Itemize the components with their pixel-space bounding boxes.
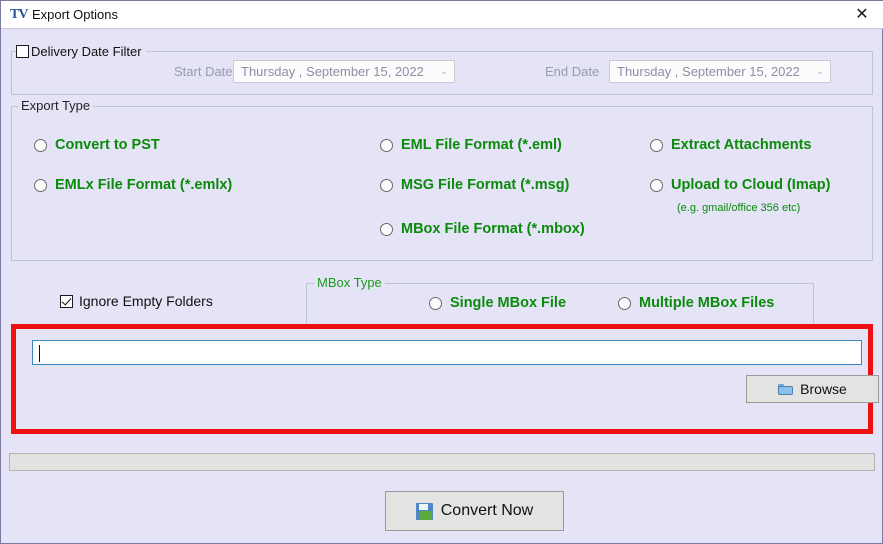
destination-path-input[interactable] — [32, 340, 862, 365]
radio-label: Upload to Cloud (Imap) — [671, 177, 830, 193]
radio-multiple-mbox-files[interactable]: Multiple MBox Files — [618, 295, 774, 311]
convert-now-button[interactable]: Convert Now — [385, 491, 564, 531]
mbox-type-group: MBox Type Single MBox File Multiple MBox… — [306, 283, 814, 325]
app-logo-icon: TV — [10, 6, 28, 23]
radio-label: EML File Format (*.eml) — [401, 137, 562, 153]
radio-label: MSG File Format (*.msg) — [401, 177, 569, 193]
ignore-empty-folders-checkbox[interactable] — [60, 295, 73, 308]
start-date-picker[interactable]: Thursday , September 15, 2022 ⌄ — [233, 60, 455, 83]
radio-msg-file-format[interactable]: MSG File Format (*.msg) — [380, 177, 569, 193]
folder-open-icon — [778, 383, 793, 395]
radio-label: Convert to PST — [55, 137, 160, 153]
close-icon[interactable]: ✕ — [840, 1, 883, 28]
window-title: Export Options — [32, 6, 118, 23]
end-date-label: End Date — [545, 64, 599, 79]
browse-button-label: Browse — [800, 381, 847, 397]
radio-single-mbox-file[interactable]: Single MBox File — [429, 295, 566, 311]
cloud-hint-text: (e.g. gmail/office 356 etc) — [677, 202, 800, 214]
destination-path-highlight-area: Browse — [11, 324, 873, 434]
text-caret — [39, 345, 40, 362]
convert-now-label: Convert Now — [441, 502, 533, 520]
radio-mbox-file-format[interactable]: MBox File Format (*.mbox) — [380, 221, 585, 237]
radio-label: Extract Attachments — [671, 137, 811, 153]
radio-circle-icon[interactable] — [380, 139, 393, 152]
chevron-down-icon: ⌄ — [434, 66, 454, 77]
export-options-window: TV Export Options ✕ Delivery Date Filter… — [0, 0, 883, 544]
radio-upload-to-cloud[interactable]: Upload to Cloud (Imap) — [650, 177, 830, 193]
radio-label: EMLx File Format (*.emlx) — [55, 177, 232, 193]
radio-circle-icon[interactable] — [34, 139, 47, 152]
end-date-value: Thursday , September 15, 2022 — [610, 64, 810, 79]
browse-button[interactable]: Browse — [746, 375, 879, 403]
ignore-empty-folders-row[interactable]: Ignore Empty Folders — [60, 293, 213, 309]
radio-circle-icon[interactable] — [618, 297, 631, 310]
delivery-date-filter-caption[interactable]: Delivery Date Filter — [16, 41, 146, 61]
end-date-picker[interactable]: Thursday , September 15, 2022 ⌄ — [609, 60, 831, 83]
delivery-date-filter-group: Delivery Date Filter Start Date Thursday… — [11, 51, 873, 95]
delivery-date-filter-label: Delivery Date Filter — [31, 44, 142, 59]
chevron-down-icon: ⌄ — [810, 66, 830, 77]
save-floppy-icon — [416, 503, 433, 520]
radio-circle-icon[interactable] — [34, 179, 47, 192]
radio-circle-icon[interactable] — [380, 223, 393, 236]
progress-bar — [9, 453, 875, 471]
radio-eml-file-format[interactable]: EML File Format (*.eml) — [380, 137, 562, 153]
radio-label: Single MBox File — [450, 295, 566, 311]
delivery-date-filter-checkbox[interactable] — [16, 45, 29, 58]
ignore-empty-folders-label: Ignore Empty Folders — [79, 293, 213, 309]
start-date-value: Thursday , September 15, 2022 — [234, 64, 434, 79]
radio-circle-icon[interactable] — [380, 179, 393, 192]
mbox-type-caption: MBox Type — [314, 275, 385, 290]
title-bar: TV Export Options ✕ — [1, 1, 883, 29]
radio-circle-icon[interactable] — [429, 297, 442, 310]
radio-label: Multiple MBox Files — [639, 295, 774, 311]
radio-circle-icon[interactable] — [650, 139, 663, 152]
export-type-group: Export Type Convert to PST EMLx File For… — [11, 106, 873, 261]
radio-label: MBox File Format (*.mbox) — [401, 221, 585, 237]
radio-emlx-file-format[interactable]: EMLx File Format (*.emlx) — [34, 177, 232, 193]
start-date-label: Start Date — [174, 64, 233, 79]
radio-convert-to-pst[interactable]: Convert to PST — [34, 137, 160, 153]
radio-circle-icon[interactable] — [650, 179, 663, 192]
export-type-caption: Export Type — [18, 98, 93, 113]
radio-extract-attachments[interactable]: Extract Attachments — [650, 137, 811, 153]
